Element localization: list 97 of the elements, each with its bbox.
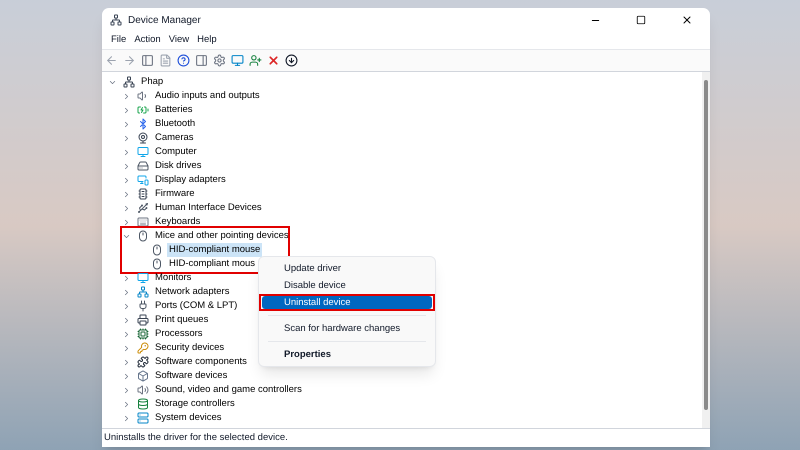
device-icon — [137, 188, 149, 200]
menu-item[interactable]: Help — [194, 33, 220, 48]
scrollbar[interactable] — [702, 72, 710, 428]
forward-icon[interactable] — [123, 54, 136, 67]
device-icon — [137, 104, 149, 116]
device-icon — [137, 202, 149, 214]
tree-item[interactable]: Mice and other pointing devices — [153, 229, 291, 243]
device-icon — [137, 314, 149, 326]
device-icon — [137, 146, 149, 158]
device-icon — [137, 132, 149, 144]
tree-item[interactable]: HID-compliant mous — [167, 257, 258, 271]
close-icon[interactable] — [267, 54, 280, 67]
device-icon — [137, 90, 149, 102]
device-icon — [137, 160, 149, 172]
device-icon — [137, 328, 149, 340]
maximize-icon — [636, 15, 646, 25]
device-icon — [137, 216, 149, 228]
tree-item[interactable]: Processors — [153, 327, 205, 341]
expand-chevron-icon[interactable] — [122, 92, 131, 100]
tree-item[interactable]: Display adapters — [153, 173, 228, 187]
device-icon — [137, 118, 149, 130]
gear-icon[interactable] — [213, 54, 226, 67]
tree-item[interactable]: Firmware — [153, 187, 197, 201]
tree-item[interactable]: Security devices — [153, 341, 226, 355]
expand-chevron-icon[interactable] — [122, 204, 131, 212]
expand-chevron-icon[interactable] — [122, 302, 131, 310]
monitor-icon[interactable] — [231, 54, 244, 67]
tree-item[interactable]: System devices — [153, 411, 224, 425]
expand-chevron-icon[interactable] — [122, 386, 131, 394]
tree-item[interactable]: Human Interface Devices — [153, 201, 264, 215]
add-device-icon[interactable] — [249, 54, 262, 67]
help-icon[interactable] — [177, 54, 190, 67]
panel-icon[interactable] — [195, 54, 208, 67]
tree-item[interactable]: Software devices — [153, 369, 230, 383]
menu-item[interactable]: File — [108, 33, 130, 48]
expand-chevron-icon[interactable] — [122, 106, 131, 114]
tree-item[interactable]: Batteries — [153, 103, 194, 117]
panel-icon[interactable] — [141, 54, 154, 67]
menu-item[interactable]: View — [166, 33, 192, 48]
expand-chevron-icon[interactable] — [122, 190, 131, 198]
device-icon — [123, 76, 135, 88]
device-icon — [137, 384, 149, 396]
device-icon — [137, 370, 149, 382]
expand-chevron-icon[interactable] — [122, 120, 131, 128]
device-icon — [151, 244, 163, 256]
context-menu-item[interactable]: Disable device — [262, 279, 432, 292]
tree-item[interactable]: Phap — [139, 75, 166, 89]
app-icon — [110, 14, 122, 26]
context-menu-item[interactable]: Uninstall device — [262, 296, 432, 309]
device-icon — [151, 258, 163, 270]
tree-item[interactable]: Storage controllers — [153, 397, 237, 411]
tree-item[interactable]: Ports (COM & LPT) — [153, 299, 240, 313]
expand-chevron-icon[interactable] — [122, 414, 131, 422]
tree-item[interactable]: Computer — [153, 145, 199, 159]
expand-chevron-icon[interactable] — [122, 372, 131, 380]
tree-item[interactable]: Network adapters — [153, 285, 232, 299]
expand-chevron-icon[interactable] — [122, 288, 131, 296]
tree-item[interactable]: HID-compliant mouse — [167, 243, 262, 257]
expand-chevron-icon[interactable] — [122, 218, 131, 226]
tree-item[interactable]: Cameras — [153, 131, 196, 145]
tree-item[interactable]: Audio inputs and outputs — [153, 89, 262, 103]
device-icon — [137, 174, 149, 186]
expand-chevron-icon[interactable] — [122, 344, 131, 352]
document-icon[interactable] — [159, 54, 172, 67]
expand-chevron-icon[interactable] — [122, 134, 131, 142]
expand-chevron-icon[interactable] — [122, 176, 131, 184]
tree-item[interactable]: Software components — [153, 355, 249, 369]
tree-item[interactable]: Monitors — [153, 271, 194, 285]
tree-item[interactable]: Sound, video and game controllers — [153, 383, 304, 397]
expand-chevron-icon[interactable] — [122, 316, 131, 324]
menu-item[interactable]: Action — [131, 33, 164, 48]
device-icon — [137, 300, 149, 312]
device-icon — [137, 230, 149, 242]
context-menu-item[interactable]: Scan for hardware changes — [262, 322, 432, 335]
device-icon — [137, 412, 149, 424]
tree-item[interactable]: Bluetooth — [153, 117, 198, 131]
device-icon — [137, 272, 149, 284]
expand-chevron-icon[interactable] — [122, 330, 131, 338]
expand-chevron-icon[interactable] — [122, 148, 131, 156]
expand-chevron-icon[interactable] — [122, 400, 131, 408]
expand-chevron-icon[interactable] — [122, 274, 131, 282]
expand-chevron-icon[interactable] — [122, 162, 131, 170]
tree-item[interactable]: Keyboards — [153, 215, 202, 229]
device-icon — [137, 342, 149, 354]
tree-item[interactable]: Print queues — [153, 313, 210, 327]
window-title: Device Manager — [128, 14, 201, 28]
download-icon[interactable] — [285, 54, 298, 67]
device-icon — [137, 398, 149, 410]
context-menu-item[interactable]: Update driver — [262, 262, 432, 275]
status-text: Uninstalls the driver for the selected device. — [104, 430, 288, 445]
expand-chevron-icon[interactable] — [122, 358, 131, 366]
tree-item[interactable]: Disk drives — [153, 159, 204, 173]
device-icon — [137, 286, 149, 298]
context-menu-item[interactable]: Properties — [262, 348, 432, 361]
back-icon[interactable] — [105, 54, 118, 67]
close-icon — [681, 14, 693, 26]
device-icon — [137, 356, 149, 368]
